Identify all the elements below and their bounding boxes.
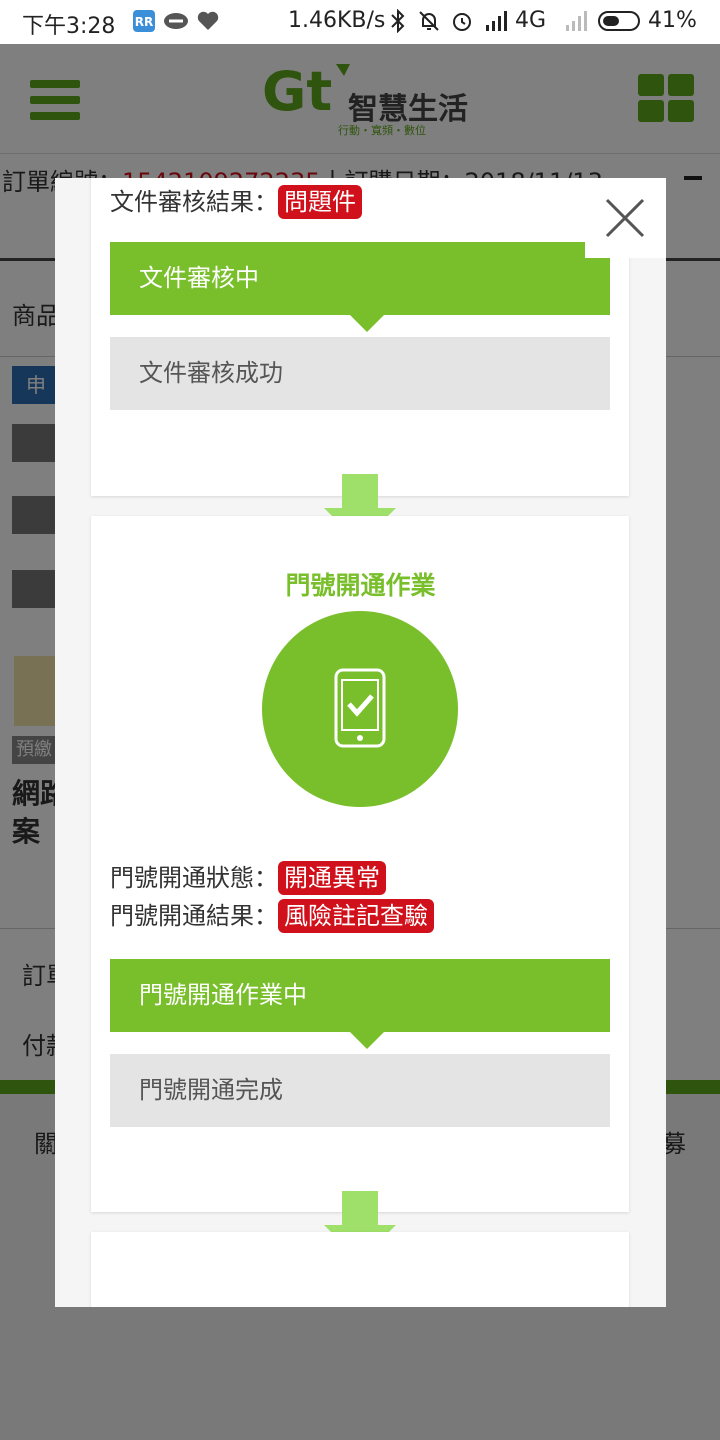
activation-step-next: 門號開通完成 [110,1054,610,1127]
close-button[interactable] [585,178,666,258]
link-icon [164,13,188,29]
svg-text:RR: RR [135,15,153,29]
doc-step-active-label: 文件審核中 [139,264,259,292]
bluetooth-icon [391,9,405,33]
alarm-icon [453,13,471,31]
battery-icon [598,11,640,31]
doc-result-line: 文件審核結果： 問題件 [110,182,362,219]
app-notification-icon: RR [133,10,155,32]
activation-result-label: 門號開通結果： [110,902,278,930]
activation-step-active-label: 門號開通作業中 [139,981,307,1009]
doc-result-label: 文件審核結果： [110,188,278,216]
close-icon [605,198,645,238]
next-step-card [91,1232,629,1307]
network-speed: 1.46KB/s [288,8,386,33]
mute-bell-icon [419,11,439,31]
doc-result-badge: 問題件 [278,185,362,219]
order-progress-modal: 文件審核結果： 問題件 文件審核中 文件審核成功 門號開通作業 門號開通狀態： 開通… [55,178,666,1307]
phone-check-icon [334,668,386,748]
activation-result-line: 門號開通結果： 風險註記查驗 [110,896,434,933]
activation-step-active: 門號開通作業中 [110,959,610,1049]
signal-icon [486,11,507,31]
status-bar: 下午3:28 RR 1.46KB/s 4G 41% [0,0,720,44]
doc-step-next: 文件審核成功 [110,337,610,410]
step-pointer [350,1032,384,1049]
network-type: 4G [515,8,547,33]
activation-result-badge: 風險註記查驗 [278,899,434,933]
heart-icon [197,11,219,30]
modal-scroll-area[interactable]: 文件審核結果： 問題件 文件審核中 文件審核成功 門號開通作業 門號開通狀態： 開通… [55,178,666,1307]
battery-level: 41% [648,8,697,33]
activation-title: 門號開通作業 [285,571,436,600]
activation-status-label: 門號開通狀態： [110,864,278,892]
activation-step-next-label: 門號開通完成 [139,1076,283,1104]
doc-step-active: 文件審核中 [110,242,610,332]
status-time: 下午3:28 [22,14,116,39]
no-signal-icon [566,11,587,31]
scroll-indicator [684,176,702,180]
step-pointer [350,315,384,332]
activation-status-circle [262,611,458,807]
activation-status-badge: 開通異常 [278,861,386,895]
activation-status-line: 門號開通狀態： 開通異常 [110,858,386,895]
doc-step-next-label: 文件審核成功 [139,359,283,387]
